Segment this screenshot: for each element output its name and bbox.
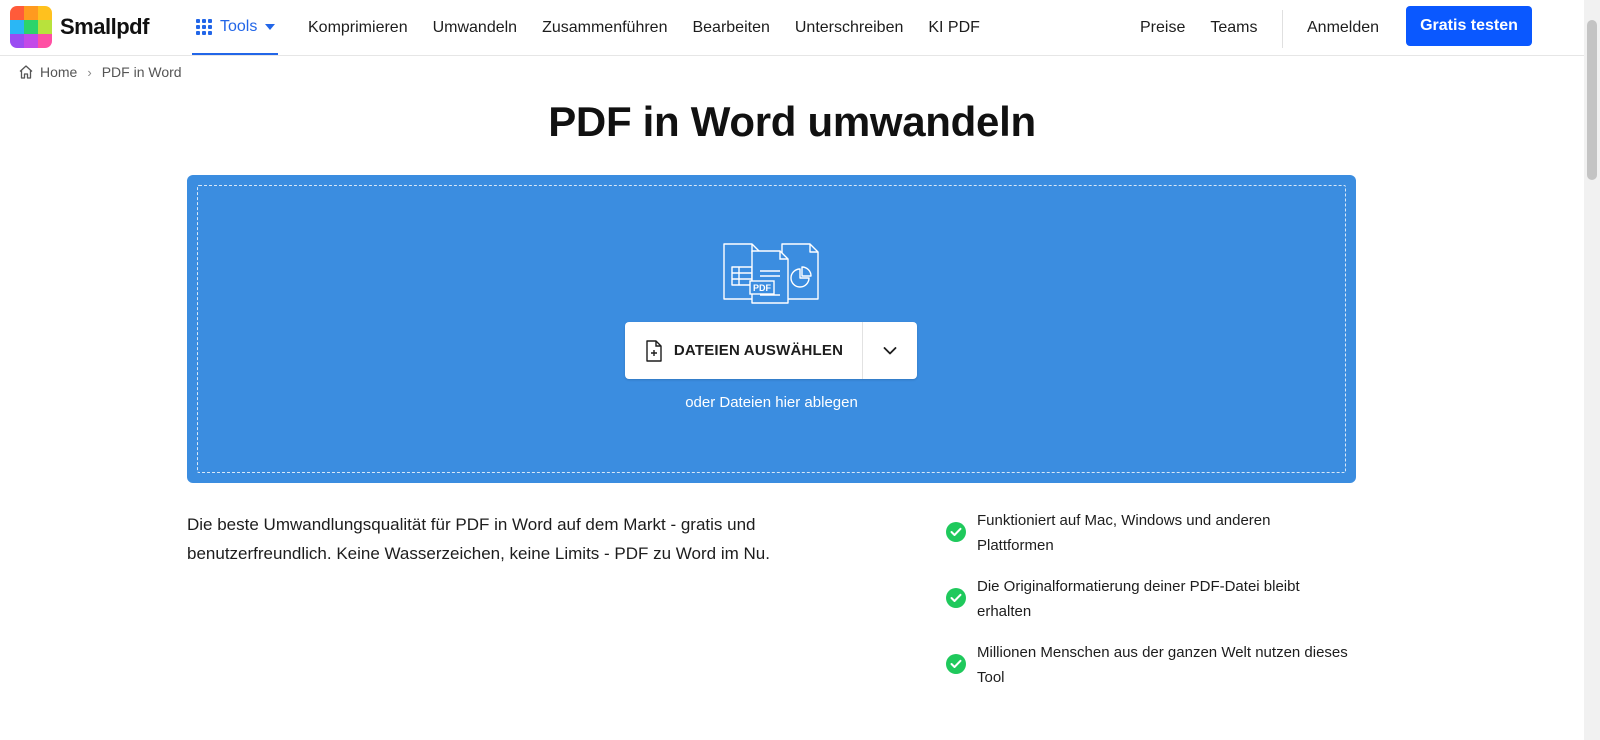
logo-tile [38, 34, 52, 48]
login-link[interactable]: Anmelden [1307, 0, 1379, 55]
file-plus-icon [646, 339, 662, 362]
logo-mark-icon [10, 6, 52, 48]
tools-menu-button[interactable]: Tools [192, 0, 278, 55]
logo-tile [24, 20, 38, 34]
page-title: PDF in Word umwandeln [548, 98, 1036, 145]
home-icon [19, 65, 33, 79]
nav-item-umwandeln[interactable]: Umwandeln [433, 19, 517, 37]
nav-item-komprimieren[interactable]: Komprimieren [308, 19, 408, 37]
scrollbar-thumb[interactable] [1587, 20, 1597, 180]
secondary-nav: Preise Teams [1140, 0, 1282, 55]
logo-tile [38, 6, 52, 20]
caret-down-icon [265, 23, 276, 30]
feature-line: Millionen Menschen aus der ganzen Welt n… [977, 644, 1348, 661]
breadcrumb-current: PDF in Word [101, 64, 182, 80]
nav-item-bearbeiten[interactable]: Bearbeiten [692, 19, 769, 37]
list-item: Funktioniert auf Mac, Windows und andere… [946, 508, 1356, 558]
page-scrollbar[interactable] [1584, 0, 1600, 740]
tools-label: Tools [220, 17, 258, 35]
feature-line: Funktioniert auf Mac, Windows und andere… [977, 512, 1271, 529]
header-divider [1282, 10, 1283, 48]
description-line-1: Die beste Umwandlungsqualität für PDF in… [187, 515, 756, 534]
check-circle-icon [946, 522, 966, 542]
main-nav: Komprimieren Umwandeln Zusammenführen Be… [308, 0, 1005, 55]
breadcrumb-home[interactable]: Home [40, 64, 77, 80]
drop-hint-text: oder Dateien hier ablegen [685, 394, 858, 411]
pdf-badge: PDF [753, 283, 772, 293]
tool-description: Die beste Umwandlungsqualität für PDF in… [187, 510, 827, 568]
logo-tile [24, 34, 38, 48]
check-circle-icon [946, 654, 966, 674]
feature-line: Tool [977, 669, 1005, 686]
feature-list: Funktioniert auf Mac, Windows und andere… [946, 508, 1356, 706]
nav-item-preise[interactable]: Preise [1140, 19, 1185, 37]
feature-text: Die Originalformatierung deiner PDF-Date… [977, 574, 1300, 624]
feature-line: erhalten [977, 603, 1032, 620]
choose-files-button[interactable]: DATEIEN AUSWÄHLEN [625, 322, 863, 379]
brand-name: Smallpdf [60, 14, 149, 39]
breadcrumb: Home › PDF in Word [18, 64, 182, 80]
choose-files-label: DATEIEN AUSWÄHLEN [673, 342, 844, 359]
feature-text: Millionen Menschen aus der ganzen Welt n… [977, 640, 1348, 690]
feature-line: Die Originalformatierung deiner PDF-Date… [977, 578, 1300, 595]
chevron-down-icon [883, 346, 897, 354]
logo-tile [24, 6, 38, 20]
nav-item-teams[interactable]: Teams [1210, 19, 1257, 37]
free-trial-button[interactable]: Gratis testen [1406, 6, 1532, 46]
top-header: Smallpdf Tools Komprimieren Umwandeln Zu… [0, 0, 1584, 56]
feature-text: Funktioniert auf Mac, Windows und andere… [977, 508, 1271, 558]
nav-item-ki-pdf[interactable]: KI PDF [928, 19, 980, 37]
nav-item-zusammenfuehren[interactable]: Zusammenführen [542, 19, 667, 37]
list-item: Die Originalformatierung deiner PDF-Date… [946, 574, 1356, 624]
breadcrumb-separator: › [87, 64, 92, 80]
logo-tile [10, 34, 24, 48]
choose-source-dropdown[interactable] [863, 322, 917, 379]
logo-tile [38, 20, 52, 34]
logo-tile [10, 20, 24, 34]
apps-grid-icon [196, 18, 212, 35]
choose-files-button-group: DATEIEN AUSWÄHLEN [625, 322, 917, 379]
description-line-2: benutzerfreundlich. Keine Wasserzeichen,… [187, 544, 770, 563]
smallpdf-logo[interactable]: Smallpdf [10, 6, 149, 48]
documents-illustration-icon: PDF [723, 243, 819, 304]
feature-line: Plattformen [977, 537, 1054, 554]
list-item: Millionen Menschen aus der ganzen Welt n… [946, 640, 1356, 690]
nav-item-unterschreiben[interactable]: Unterschreiben [795, 19, 904, 37]
logo-tile [10, 6, 24, 20]
check-circle-icon [946, 588, 966, 608]
